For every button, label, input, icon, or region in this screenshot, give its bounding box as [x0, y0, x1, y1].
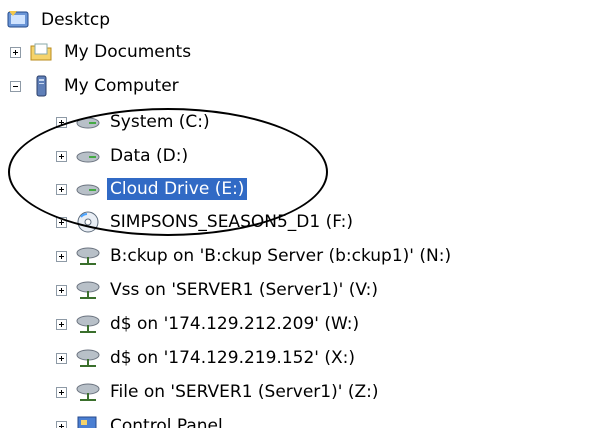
tree-item-drive[interactable]: B:ckup on 'B:ckup Server (b:ckup1)' (N:): [56, 240, 454, 272]
network-drive-icon: [75, 278, 101, 302]
tree-item-drive-selected[interactable]: Cloud Drive (E:): [56, 173, 248, 205]
collapse-icon[interactable]: [10, 80, 21, 92]
hard-drive-icon: [75, 144, 101, 168]
computer-icon: [29, 74, 55, 98]
expand-icon[interactable]: [56, 284, 67, 296]
expand-icon[interactable]: [10, 46, 21, 58]
tree-item-my-computer[interactable]: My Computer: [10, 70, 182, 102]
expand-icon[interactable]: [56, 183, 67, 195]
network-drive-icon: [75, 312, 101, 336]
folder-tree: Desktcp My Documents My Computer System …: [0, 0, 592, 428]
network-drive-icon: [75, 244, 101, 268]
tree-item-drive[interactable]: d$ on '174.129.219.152' (X:): [56, 342, 358, 374]
tree-item-label: SIMPSONS_SEASON5_D1 (F:): [110, 212, 354, 232]
expand-icon[interactable]: [56, 318, 67, 330]
tree-item-label: d$ on '174.129.219.152' (X:): [110, 348, 355, 368]
tree-item-control-panel[interactable]: Control Panel: [56, 410, 226, 428]
tree-item-drive[interactable]: Data (D:): [56, 140, 191, 172]
tree-item-drive[interactable]: Vss on 'SERVER1 (Server1)' (V:): [56, 274, 381, 306]
tree-item-label: File on 'SERVER1 (Server1)' (Z:): [110, 382, 379, 402]
hard-drive-icon: [75, 177, 101, 201]
tree-item-label: Desktcp: [41, 10, 111, 30]
tree-item-label: My Computer: [64, 76, 179, 96]
clip-bottom: Control Panel: [0, 410, 592, 428]
cd-drive-icon: [75, 210, 101, 234]
tree-item-label-selected: Cloud Drive (E:): [107, 178, 248, 200]
network-drive-icon: [75, 346, 101, 370]
tree-item-desktop[interactable]: Desktcp: [6, 4, 113, 36]
expand-icon[interactable]: [56, 386, 67, 398]
expand-icon[interactable]: [56, 250, 67, 262]
tree-item-my-documents[interactable]: My Documents: [10, 36, 194, 68]
tree-item-label: Control Panel: [110, 416, 223, 428]
tree-item-label: B:ckup on 'B:ckup Server (b:ckup1)' (N:): [110, 246, 452, 266]
tree-item-drive[interactable]: SIMPSONS_SEASON5_D1 (F:): [56, 206, 356, 238]
expand-icon[interactable]: [56, 116, 67, 128]
expand-icon[interactable]: [56, 420, 67, 428]
expand-icon[interactable]: [56, 352, 67, 364]
tree-item-drive[interactable]: File on 'SERVER1 (Server1)' (Z:): [56, 376, 381, 408]
tree-item-label: Vss on 'SERVER1 (Server1)' (V:): [110, 280, 378, 300]
tree-item-label: d$ on '174.129.212.209' (W:): [110, 314, 360, 334]
desktop-icon: [6, 8, 32, 32]
tree-item-drive[interactable]: System (C:): [56, 106, 213, 138]
folder-icon: [29, 40, 55, 64]
expand-icon[interactable]: [56, 216, 67, 228]
tree-item-label: System (C:): [110, 112, 210, 132]
network-drive-icon: [75, 380, 101, 404]
tree-item-label: My Documents: [64, 42, 192, 62]
control-panel-icon: [75, 414, 101, 428]
tree-item-label: Data (D:): [110, 146, 189, 166]
expand-icon[interactable]: [56, 150, 67, 162]
hard-drive-icon: [75, 110, 101, 134]
tree-item-drive[interactable]: d$ on '174.129.212.209' (W:): [56, 308, 362, 340]
